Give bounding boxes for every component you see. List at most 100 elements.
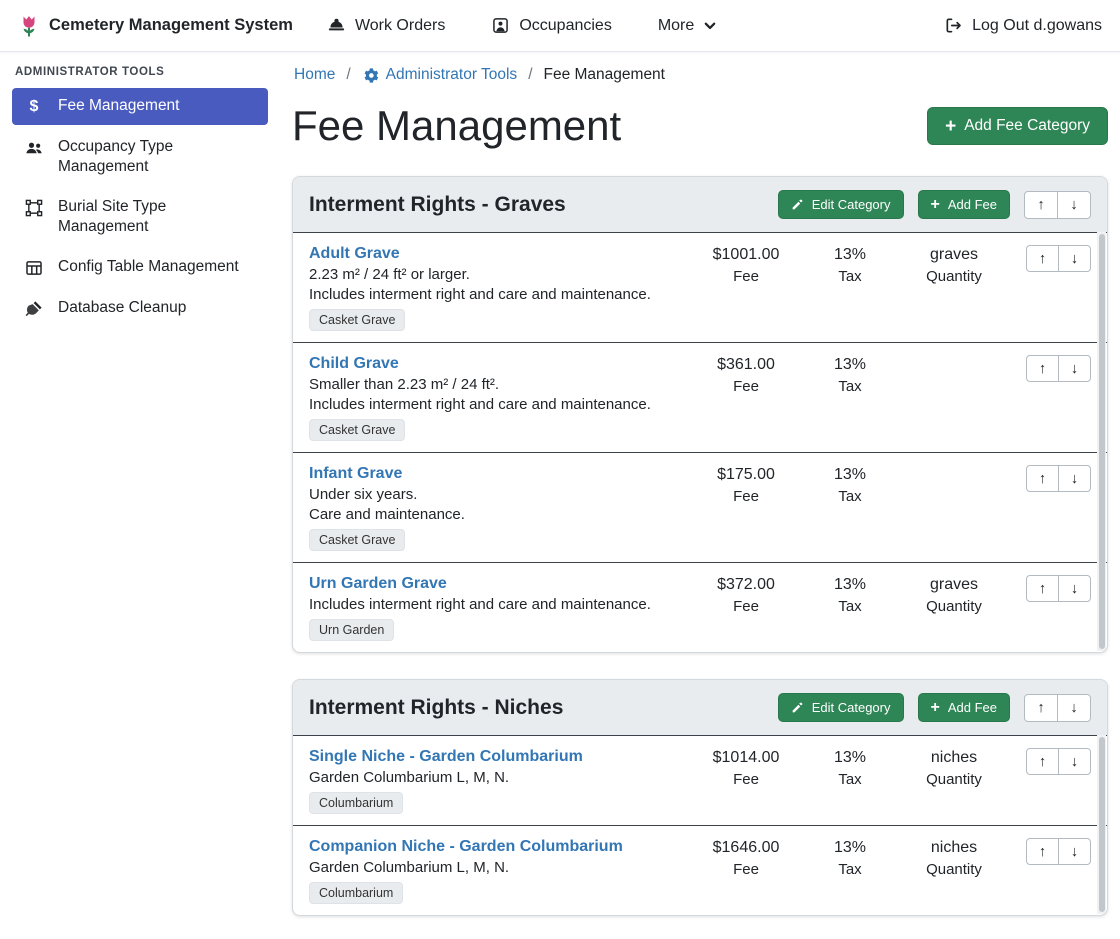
fee-name-link[interactable]: Companion Niche - Garden Columbarium <box>309 838 623 856</box>
fee-quantity-column <box>894 465 1014 470</box>
fee-tax: 13% <box>806 749 894 767</box>
dollar-icon: $ <box>24 97 44 117</box>
nav-item-work-orders[interactable]: Work Orders <box>327 16 445 35</box>
fee-row: Urn Garden Grave Includes interment righ… <box>293 563 1107 652</box>
fee-amount-label: Fee <box>686 268 806 285</box>
occupancy-icon <box>491 16 510 35</box>
move-fee-down-button[interactable]: ↓ <box>1058 465 1091 492</box>
table-icon <box>24 258 44 278</box>
fee-name-link[interactable]: Infant Grave <box>309 465 402 483</box>
fee-amount-column: $1014.00 Fee <box>686 748 806 788</box>
fee-amount: $372.00 <box>686 576 806 594</box>
arrow-up-icon: ↑ <box>1039 844 1046 860</box>
fee-list: Adult Grave 2.23 m² / 24 ft² or larger.I… <box>293 233 1107 652</box>
sidebar-item-burial-site-type-management[interactable]: Burial Site Type Management <box>12 189 268 245</box>
fee-amount-label: Fee <box>686 861 806 878</box>
fee-tag: Casket Grave <box>309 309 405 331</box>
arrow-up-icon: ↑ <box>1039 251 1046 267</box>
app-brand[interactable]: Cemetery Management System <box>18 13 293 38</box>
add-fee-category-button[interactable]: + Add Fee Category <box>927 107 1108 145</box>
edit-category-label: Edit Category <box>812 700 891 715</box>
sidebar-heading: ADMINISTRATOR TOOLS <box>0 66 280 78</box>
frame-icon <box>24 198 44 218</box>
fee-amount-column: $372.00 Fee <box>686 575 806 615</box>
breadcrumb-item-home[interactable]: Home <box>294 66 335 84</box>
fee-quantity: graves <box>894 246 1014 264</box>
fee-tag: Casket Grave <box>309 419 405 441</box>
breadcrumb-label: Administrator Tools <box>386 66 518 84</box>
fee-amount: $1014.00 <box>686 749 806 767</box>
fee-tax-column: 13% Tax <box>806 355 894 395</box>
move-fee-down-button[interactable]: ↓ <box>1058 245 1091 272</box>
fee-name-link[interactable]: Adult Grave <box>309 245 400 263</box>
fee-name-link[interactable]: Single Niche - Garden Columbarium <box>309 748 583 766</box>
move-fee-down-button[interactable]: ↓ <box>1058 838 1091 865</box>
move-fee-up-button[interactable]: ↑ <box>1026 748 1059 775</box>
sidebar-item-database-cleanup[interactable]: Database Cleanup <box>12 290 268 327</box>
fee-descriptions: Includes interment right and care and ma… <box>309 596 678 613</box>
fee-tax-label: Tax <box>806 598 894 615</box>
add-fee-button[interactable]: + Add Fee <box>918 190 1011 219</box>
arrow-down-icon: ↓ <box>1071 581 1078 597</box>
move-fee-down-button[interactable]: ↓ <box>1058 575 1091 602</box>
fee-reorder-buttons: ↑ ↓ <box>1026 245 1091 272</box>
card-scrollbar[interactable] <box>1097 735 1106 914</box>
fee-amount-column: $361.00 Fee <box>686 355 806 395</box>
logout-button[interactable]: Log Out d.gowans <box>944 16 1102 35</box>
move-fee-up-button[interactable]: ↑ <box>1026 355 1059 382</box>
move-fee-down-button[interactable]: ↓ <box>1058 748 1091 775</box>
nav-item-more[interactable]: More <box>658 17 717 35</box>
move-category-up-button[interactable]: ↑ <box>1024 191 1058 219</box>
add-fee-category-label: Add Fee Category <box>964 117 1090 135</box>
move-fee-up-button[interactable]: ↑ <box>1026 838 1059 865</box>
fee-tax-label: Tax <box>806 268 894 285</box>
card-scrollbar[interactable] <box>1097 232 1106 651</box>
move-category-down-button[interactable]: ↓ <box>1057 191 1091 219</box>
fee-info: Child Grave Smaller than 2.23 m² / 24 ft… <box>309 355 686 441</box>
fee-list: Single Niche - Garden Columbarium Garden… <box>293 736 1107 915</box>
nav-item-occupancies[interactable]: Occupancies <box>491 16 612 35</box>
fee-amount: $1001.00 <box>686 246 806 264</box>
sidebar-item-fee-management[interactable]: $Fee Management <box>12 88 268 125</box>
move-fee-down-button[interactable]: ↓ <box>1058 355 1091 382</box>
move-fee-up-button[interactable]: ↑ <box>1026 245 1059 272</box>
fee-row: Companion Niche - Garden Columbarium Gar… <box>293 826 1107 915</box>
fee-quantity-column: niches Quantity <box>894 748 1014 788</box>
fee-tax-label: Tax <box>806 861 894 878</box>
arrow-down-icon: ↓ <box>1071 361 1078 377</box>
add-fee-label: Add Fee <box>948 700 997 715</box>
scrollbar-thumb[interactable] <box>1099 234 1105 649</box>
add-fee-button[interactable]: + Add Fee <box>918 693 1011 722</box>
edit-category-button[interactable]: Edit Category <box>778 693 904 722</box>
move-fee-up-button[interactable]: ↑ <box>1026 575 1059 602</box>
gear-icon <box>362 67 379 84</box>
breadcrumb-item-administrator-tools[interactable]: Administrator Tools <box>362 66 518 84</box>
arrow-down-icon: ↓ <box>1070 700 1077 716</box>
breadcrumb-separator: / <box>528 66 532 84</box>
category-header: Interment Rights - Niches Edit Category … <box>293 680 1107 736</box>
sidebar-item-config-table-management[interactable]: Config Table Management <box>12 249 268 286</box>
move-fee-up-button[interactable]: ↑ <box>1026 465 1059 492</box>
category-reorder-buttons: ↑ ↓ <box>1024 694 1091 722</box>
fee-tax-column: 13% Tax <box>806 245 894 285</box>
move-category-down-button[interactable]: ↓ <box>1057 694 1091 722</box>
fee-name-link[interactable]: Urn Garden Grave <box>309 575 447 593</box>
arrow-down-icon: ↓ <box>1071 754 1078 770</box>
breadcrumb-item-fee-management: Fee Management <box>544 66 666 84</box>
fee-quantity-column: niches Quantity <box>894 838 1014 878</box>
breadcrumb: Home/Administrator Tools/Fee Management <box>294 66 1108 84</box>
category-reorder-buttons: ↑ ↓ <box>1024 191 1091 219</box>
logout-label: Log Out d.gowans <box>972 17 1102 35</box>
sidebar-item-occupancy-type-management[interactable]: Occupancy Type Management <box>12 129 268 185</box>
fee-description: Includes interment right and care and ma… <box>309 396 678 413</box>
breadcrumb-label: Home <box>294 66 335 84</box>
move-category-up-button[interactable]: ↑ <box>1024 694 1058 722</box>
edit-category-button[interactable]: Edit Category <box>778 190 904 219</box>
category-title: Interment Rights - Graves <box>309 193 764 217</box>
fee-description: Care and maintenance. <box>309 506 678 523</box>
fee-name-link[interactable]: Child Grave <box>309 355 399 373</box>
scrollbar-thumb[interactable] <box>1099 737 1105 912</box>
fee-amount-label: Fee <box>686 488 806 505</box>
fee-amount-column: $1001.00 Fee <box>686 245 806 285</box>
fee-quantity: graves <box>894 576 1014 594</box>
